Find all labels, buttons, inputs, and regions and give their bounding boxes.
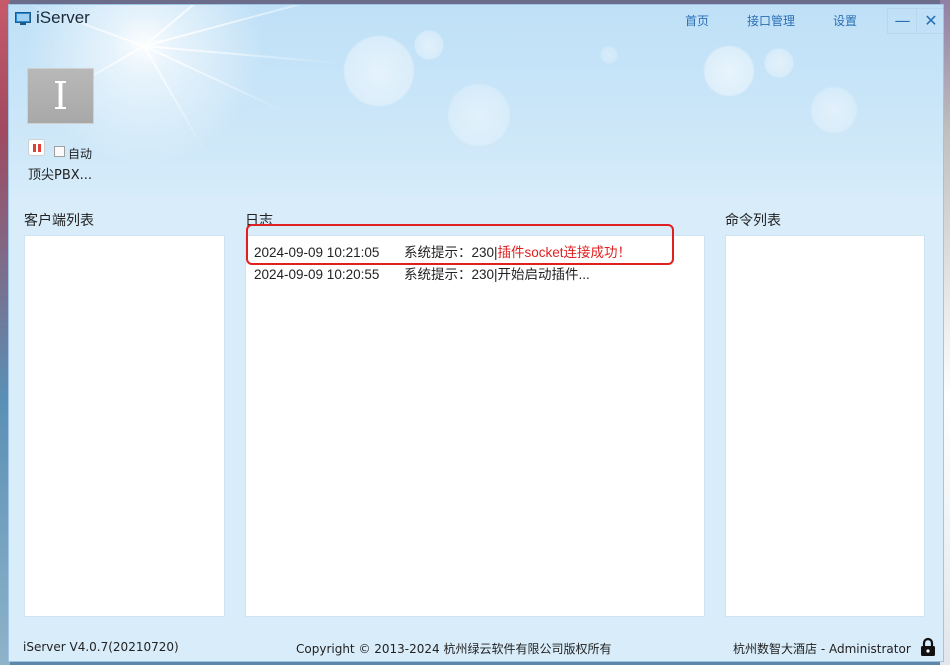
minimize-icon: — [894, 11, 911, 30]
plugin-tile[interactable]: I [27, 68, 94, 124]
highlight-box [246, 224, 674, 265]
app-title: iServer [36, 8, 90, 27]
command-list[interactable] [725, 235, 925, 617]
clients-title: 客户端列表 [24, 213, 94, 229]
client-list[interactable] [24, 235, 225, 617]
status-bar: iServer V4.0.7(20210720) Copyright © 201… [9, 633, 943, 661]
close-icon: ✕ [924, 11, 938, 30]
iserver-window: iServer 首页 接口管理 设置 — ✕ I 自动 顶尖PBX... 客户端… [8, 4, 944, 662]
commands-title: 命令列表 [725, 213, 781, 229]
auto-label: 自动 [68, 147, 93, 161]
user-label: 杭州数智大酒店 - Administrator [733, 642, 911, 656]
copyright-label: Copyright © 2013-2024 杭州绿云软件有限公司版权所有 [296, 642, 612, 656]
plugin-tile-letter: I [52, 74, 68, 118]
plugin-name: 顶尖PBX... [28, 168, 93, 183]
title-bar: iServer 首页 接口管理 设置 — ✕ [9, 5, 943, 35]
pause-icon [33, 144, 36, 152]
log-panel[interactable]: 2024-09-09 10:21:05 系统提示：230|插件socket连接成功… [245, 235, 705, 617]
close-button[interactable]: ✕ [916, 8, 943, 34]
log-time: 2024-09-09 10:20:55 [254, 267, 380, 282]
monitor-icon [15, 12, 31, 25]
minimize-button[interactable]: — [887, 8, 917, 34]
nav-api-management[interactable]: 接口管理 [747, 12, 795, 29]
log-prefix: 系统提示：230| [404, 267, 498, 282]
auto-checkbox[interactable] [54, 146, 65, 157]
pause-button[interactable] [28, 139, 45, 156]
lock-icon[interactable] [920, 637, 936, 657]
nav-settings[interactable]: 设置 [833, 12, 857, 29]
log-message: 开始启动插件... [497, 267, 590, 282]
version-label: iServer V4.0.7(20210720) [23, 640, 179, 654]
nav-home[interactable]: 首页 [685, 12, 709, 29]
log-entry: 2024-09-09 10:20:55 系统提示：230|开始启动插件... [254, 263, 590, 283]
